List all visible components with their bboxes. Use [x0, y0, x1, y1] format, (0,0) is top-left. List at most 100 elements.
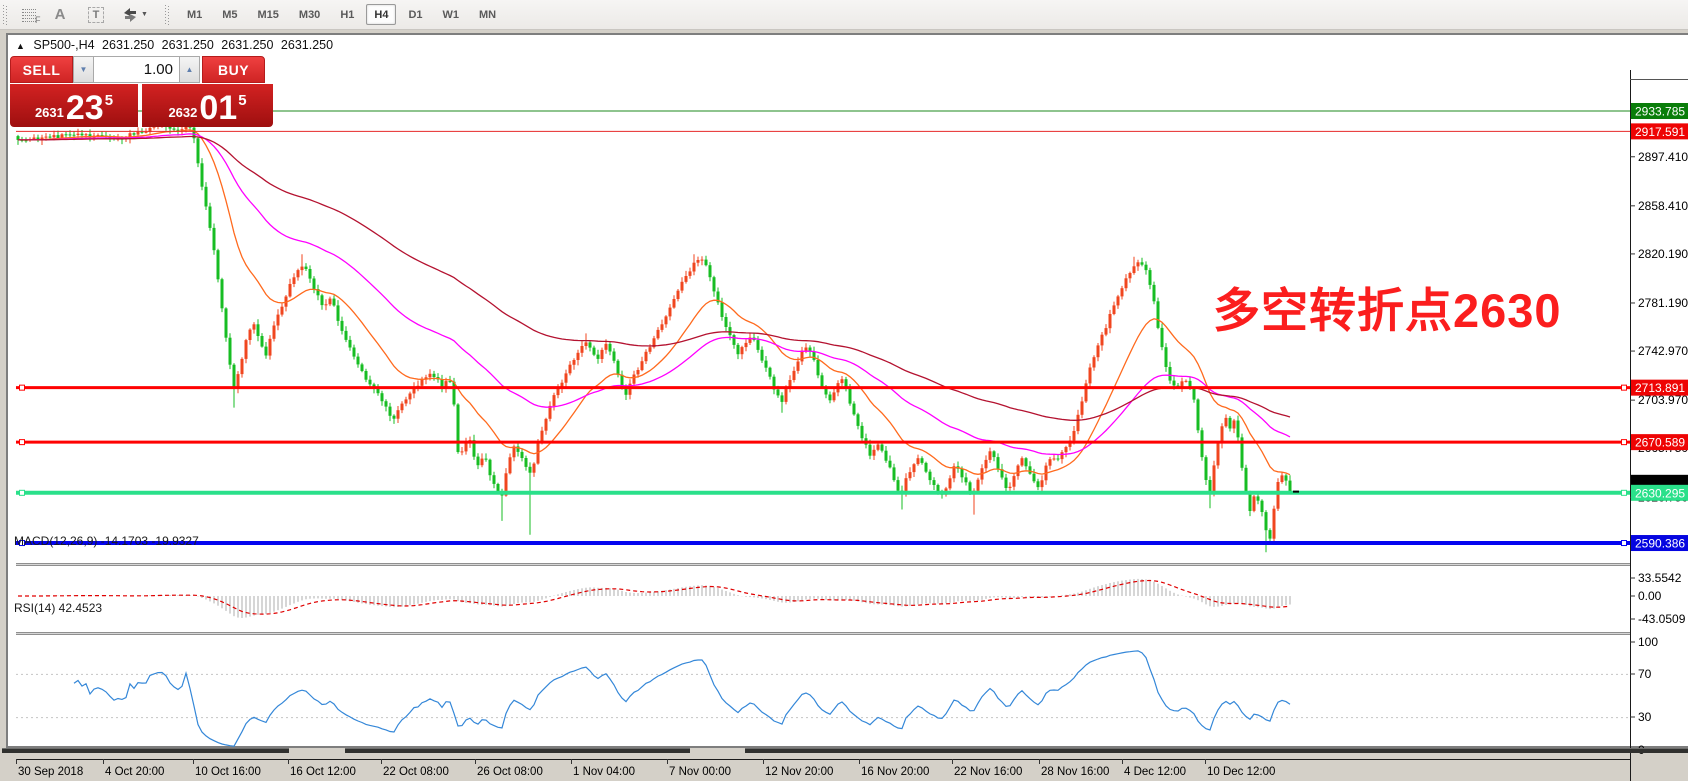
svg-text:22 Oct 08:00: 22 Oct 08:00 — [383, 766, 449, 778]
svg-text:16 Nov 20:00: 16 Nov 20:00 — [861, 766, 929, 778]
timeframe-m15[interactable]: M15 — [250, 4, 287, 25]
svg-text:4 Oct 20:00: 4 Oct 20:00 — [105, 766, 164, 778]
macd-indicator-label: MACD(12,26,9) -14.1703 -19.9327 — [14, 534, 199, 548]
buy-button[interactable]: BUY — [202, 56, 265, 83]
window-edge-segment — [745, 748, 1688, 753]
svg-text:2917.591: 2917.591 — [1635, 125, 1685, 139]
svg-text:7 Nov 00:00: 7 Nov 00:00 — [669, 766, 731, 778]
text-label-icon: T — [88, 6, 104, 23]
hline-handle[interactable] — [19, 489, 25, 496]
timeframe-m30[interactable]: M30 — [291, 4, 328, 25]
open-value: 2631.250 — [102, 38, 155, 52]
svg-text:1 Nov 04:00: 1 Nov 04:00 — [573, 766, 635, 778]
svg-text:2897.410: 2897.410 — [1638, 150, 1688, 164]
timeframe-d1[interactable]: D1 — [400, 4, 430, 25]
hline-handle[interactable] — [19, 439, 25, 446]
svg-text:22 Nov 16:00: 22 Nov 16:00 — [954, 766, 1022, 778]
svg-text:10 Oct 16:00: 10 Oct 16:00 — [195, 766, 261, 778]
volume-increase-button[interactable]: ▲ — [179, 56, 200, 83]
hline-2590.386[interactable] — [16, 540, 1630, 547]
svg-text:10 Dec 12:00: 10 Dec 12:00 — [1207, 766, 1275, 778]
buy-price-prefix: 2632 — [168, 105, 198, 120]
arrows-objects-button[interactable]: ▼ — [121, 3, 149, 27]
svg-text:16 Oct 12:00: 16 Oct 12:00 — [290, 766, 356, 778]
svg-text:2781.190: 2781.190 — [1638, 296, 1688, 310]
svg-text:2820.190: 2820.190 — [1638, 247, 1688, 261]
price-badges: 2933.785 2917.591 2713.891 2670.589 2630.295… — [1631, 103, 1688, 552]
sell-button[interactable]: SELL — [10, 56, 73, 83]
buy-price-display[interactable]: 2632 01 5 — [142, 84, 273, 127]
timeframe-h4[interactable]: H4 — [366, 4, 397, 25]
time-axis-labels: 30 Sep 2018 4 Oct 20:00 10 Oct 16:00 16 Oct… — [16, 759, 1275, 778]
indicator-axis-labels: 33.55420.00-43.050910070300 — [1630, 571, 1686, 757]
moving-average-120 — [18, 135, 1291, 421]
svg-text:26 Oct 08:00: 26 Oct 08:00 — [477, 766, 543, 778]
toolbar: F A T ▼ M1 M5 M15 M30 H1 H4 D1 W1 MN — [0, 0, 1688, 30]
macd-histogram — [33, 578, 1291, 618]
svg-text:2590.386: 2590.386 — [1635, 537, 1685, 551]
toolbar-separator — [164, 4, 171, 25]
timeframe-mn[interactable]: MN — [471, 4, 504, 25]
fibonacci-tool-button[interactable]: F — [17, 3, 43, 27]
hline-handle[interactable] — [1621, 489, 1627, 496]
sell-price-sup: 5 — [104, 92, 114, 109]
rsi-indicator-label: RSI(14) 42.4523 — [14, 601, 103, 615]
bottom-window-edge — [0, 748, 1688, 753]
svg-text:-43.0509: -43.0509 — [1638, 612, 1686, 626]
hline-2630.295[interactable] — [16, 489, 1630, 496]
hline-2670.589[interactable] — [16, 439, 1630, 446]
svg-text:4 Dec 12:00: 4 Dec 12:00 — [1124, 766, 1186, 778]
macd-signal-line — [18, 579, 1291, 615]
symbol-period-label: SP500-,H4 — [33, 38, 95, 52]
svg-text:70: 70 — [1638, 667, 1652, 681]
svg-text:30: 30 — [1638, 710, 1652, 724]
collapse-triangle-icon[interactable]: ▲ — [16, 41, 25, 51]
arrows-icon — [124, 7, 136, 22]
chevron-down-icon[interactable]: ▼ — [141, 11, 148, 18]
moving-average-20 — [18, 129, 1291, 476]
hline-handle[interactable] — [1621, 540, 1627, 547]
fibonacci-icon: F — [21, 8, 41, 25]
toolbar-drag-handle[interactable] — [3, 4, 9, 25]
chart-annotation-text[interactable]: 多空转折点2630 — [1213, 272, 1562, 341]
rsi-line — [73, 650, 1291, 747]
price-axis-labels: 2897.410 2858.410 2820.190 2781.190 2742.970… — [1630, 150, 1688, 504]
svg-text:30 Sep 2018: 30 Sep 2018 — [18, 766, 83, 778]
one-click-trade-panel: SELL ▼ ▲ BUY 2631 23 5 2632 01 5 — [10, 56, 273, 127]
close-value: 2631.250 — [280, 38, 334, 52]
moving-average-55 — [18, 133, 1291, 456]
text-label-tool-button[interactable]: T — [83, 3, 109, 27]
timeframe-m5[interactable]: M5 — [214, 4, 245, 25]
svg-text:2858.410: 2858.410 — [1638, 199, 1688, 213]
letter-a-icon: A — [54, 6, 66, 23]
volume-decrease-button[interactable]: ▼ — [73, 56, 94, 83]
price-chart: 2897.410 2858.410 2820.190 2781.190 2742.970… — [16, 70, 1688, 781]
candlesticks — [16, 117, 1292, 553]
chart-window: 2897.410 2858.410 2820.190 2781.190 2742.970… — [6, 33, 1688, 781]
timeframe-m1[interactable]: M1 — [179, 4, 210, 25]
sell-price-big: 23 — [65, 89, 104, 127]
sell-price-prefix: 2631 — [34, 105, 64, 120]
high-value: 2631.250 — [161, 38, 214, 52]
svg-text:2933.785: 2933.785 — [1635, 105, 1685, 119]
buy-price-sup: 5 — [238, 92, 247, 109]
buy-price-big: 01 — [199, 89, 238, 127]
svg-text:0.00: 0.00 — [1638, 589, 1662, 603]
hline-handle[interactable] — [19, 384, 25, 391]
hline-handle[interactable] — [1621, 439, 1627, 446]
arrow-text-tool-button[interactable]: A — [47, 3, 73, 27]
chart-ohlc-header: ▲ SP500-,H4 2631.250 2631.250 2631.250 2… — [16, 38, 337, 52]
volume-input[interactable] — [94, 56, 179, 83]
svg-text:28 Nov 16:00: 28 Nov 16:00 — [1041, 766, 1109, 778]
timeframe-h1[interactable]: H1 — [332, 4, 362, 25]
window-edge-segment — [345, 748, 690, 753]
svg-text:2742.970: 2742.970 — [1638, 344, 1688, 358]
window-edge-segment — [2, 748, 289, 753]
timeframe-w1[interactable]: W1 — [435, 4, 468, 25]
sell-price-display[interactable]: 2631 23 5 — [10, 84, 138, 127]
last-price-marker — [1293, 490, 1299, 493]
svg-text:12 Nov 20:00: 12 Nov 20:00 — [765, 766, 833, 778]
low-value: 2631.250 — [221, 38, 274, 52]
hline-handle[interactable] — [1621, 384, 1627, 391]
svg-text:2630.295: 2630.295 — [1635, 486, 1685, 500]
